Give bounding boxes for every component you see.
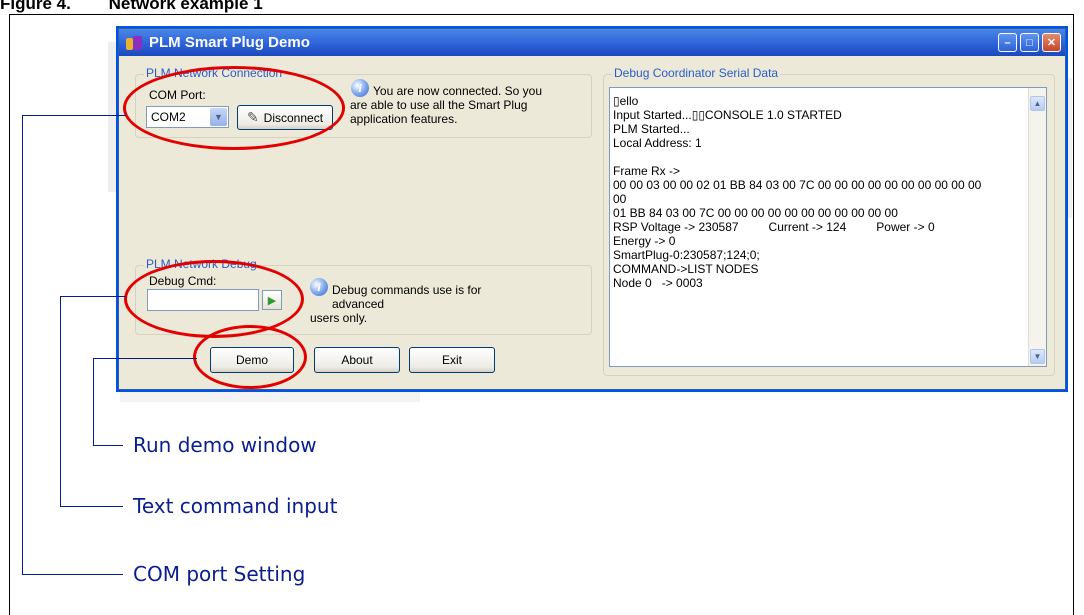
about-button[interactable]: About bbox=[314, 347, 400, 373]
callout-com-port: COM port Setting bbox=[133, 562, 306, 586]
debug-cmd-highlight-ellipse bbox=[124, 260, 304, 338]
serial-data-line: 01 BB 84 03 00 7C 00 00 00 00 00 00 00 0… bbox=[613, 206, 898, 220]
serial-data-line: Frame Rx -> bbox=[613, 164, 681, 178]
serial-data-title: Debug Coordinator Serial Data bbox=[612, 66, 781, 80]
background-document-strip-right bbox=[1065, 78, 1072, 218]
serial-data-line: RSP Voltage -> 230587 Current -> 124 Pow… bbox=[613, 220, 935, 234]
serial-data-line: Local Address: 1 bbox=[613, 136, 702, 150]
serial-data-line: Node 0 -> 0003 bbox=[613, 276, 703, 290]
serial-data-line: COMMAND->LIST NODES bbox=[613, 262, 759, 276]
connection-info-line-3: application features. bbox=[350, 112, 458, 126]
title-bar[interactable]: PLM Smart Plug Demo – □ ✕ bbox=[119, 29, 1065, 56]
serial-data-line: ▯ello bbox=[613, 94, 639, 108]
leader-demo-vertical bbox=[93, 358, 94, 445]
scroll-up-icon[interactable]: ▲ bbox=[1030, 96, 1045, 111]
callout-run-demo: Run demo window bbox=[133, 433, 317, 457]
window-title: PLM Smart Plug Demo bbox=[149, 34, 310, 51]
exit-button[interactable]: Exit bbox=[409, 347, 495, 373]
connection-info-text: You are now connected. So you are able t… bbox=[350, 84, 570, 126]
scroll-down-icon[interactable]: ▼ bbox=[1030, 349, 1045, 364]
demo-highlight-ellipse bbox=[193, 325, 307, 389]
serial-data-lines: ▯ello Input Started...▯▯CONSOLE 1.0 START… bbox=[613, 94, 1046, 290]
leader-com-horizontal bbox=[22, 115, 126, 116]
connection-info-line-1: You are now connected. So you bbox=[373, 84, 543, 98]
window-controls: – □ ✕ bbox=[998, 33, 1061, 52]
background-document-bottom bbox=[120, 392, 420, 402]
serial-data-line: Input Started...▯▯CONSOLE 1.0 STARTED bbox=[613, 108, 842, 122]
close-icon[interactable]: ✕ bbox=[1042, 33, 1061, 52]
background-document-strip bbox=[108, 42, 116, 192]
leader-text-vertical bbox=[60, 296, 61, 506]
debug-info-text: Debug commands use is for advanced users… bbox=[310, 283, 530, 325]
connection-info-line-2: are able to use all the Smart Plug bbox=[350, 98, 528, 112]
serial-data-textarea[interactable]: ▯ello Input Started...▯▯CONSOLE 1.0 START… bbox=[609, 87, 1047, 367]
serial-data-line bbox=[613, 150, 1046, 164]
figure-caption: Figure 4. Network example 1 bbox=[0, 0, 263, 13]
leader-demo-end bbox=[93, 445, 123, 446]
callout-text-command: Text command input bbox=[133, 494, 338, 518]
minimize-icon[interactable]: – bbox=[998, 33, 1017, 52]
leader-com-vertical bbox=[22, 115, 23, 574]
leader-text-end bbox=[60, 506, 123, 507]
maximize-icon[interactable]: □ bbox=[1020, 33, 1039, 52]
serial-data-line: 00 00 03 00 00 02 01 BB 84 03 00 7C 00 0… bbox=[613, 178, 982, 192]
com-port-highlight-ellipse bbox=[123, 66, 345, 150]
serial-data-line: Energy -> 0 bbox=[613, 234, 676, 248]
serial-data-line: 00 bbox=[613, 192, 627, 206]
leader-text-horizontal bbox=[60, 296, 126, 297]
serial-data-line: PLM Started... bbox=[613, 122, 690, 136]
leader-com-end bbox=[22, 574, 123, 575]
serial-data-line: SmartPlug-0:230587;124;0; bbox=[613, 248, 760, 262]
leader-demo-horizontal bbox=[93, 358, 197, 359]
debug-info-line-1: Debug commands use is for advanced bbox=[332, 283, 482, 311]
app-icon bbox=[125, 34, 143, 52]
debug-info-line-2: users only. bbox=[310, 311, 368, 325]
vertical-scrollbar[interactable]: ▲ ▼ bbox=[1028, 88, 1046, 366]
